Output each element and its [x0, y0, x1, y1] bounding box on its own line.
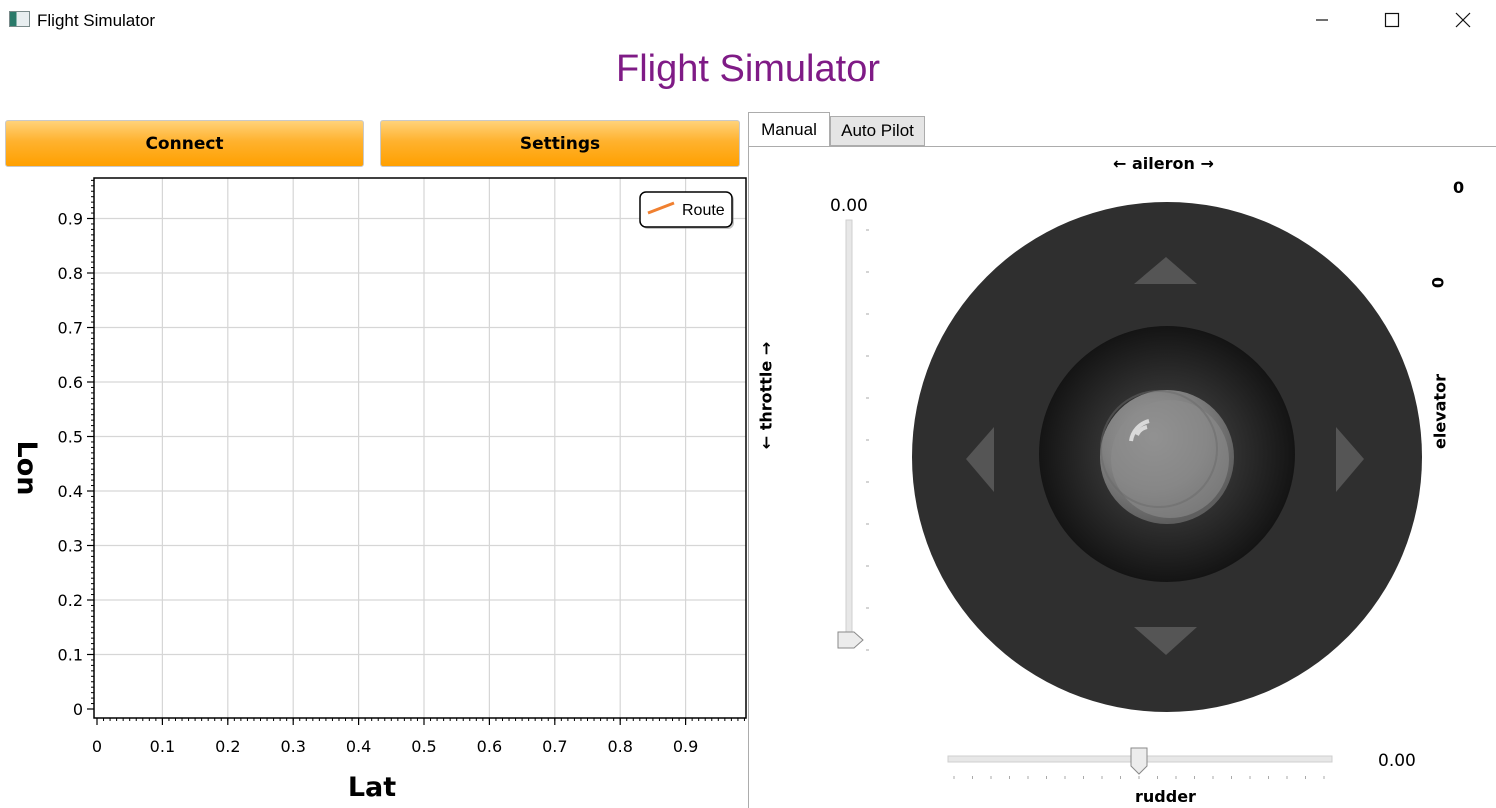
tab-manual[interactable]: Manual — [748, 112, 830, 147]
maximize-button[interactable] — [1357, 0, 1427, 40]
y-tick-label: 0 — [73, 700, 83, 719]
x-tick-label: 0.3 — [280, 737, 305, 756]
y-tick-label: 0.3 — [58, 537, 83, 556]
x-tick-label: 0.7 — [542, 737, 567, 756]
settings-button[interactable]: Settings — [380, 120, 740, 167]
y-tick-label: 0.4 — [58, 482, 83, 501]
page-title: Flight Simulator — [616, 48, 880, 90]
x-tick-label: 0.2 — [215, 737, 240, 756]
y-tick-label: 0.5 — [58, 428, 83, 447]
panel-divider — [748, 146, 749, 808]
x-tick-label: 0.6 — [477, 737, 502, 756]
chart-legend: Route — [639, 191, 734, 229]
close-icon — [1455, 12, 1471, 28]
throttle-thumb — [837, 631, 864, 649]
x-tick-label: 0.5 — [411, 737, 436, 756]
x-tick-label: 0.1 — [150, 737, 175, 756]
close-button[interactable] — [1428, 0, 1496, 40]
plot-area — [94, 178, 746, 718]
throttle-track — [845, 219, 853, 641]
x-tick-label: 0.4 — [346, 737, 371, 756]
elevator-label: elevator — [1430, 374, 1450, 449]
aileron-value: 0 — [1453, 178, 1465, 197]
y-tick-label: 0.9 — [58, 210, 83, 229]
joystick[interactable] — [905, 195, 1429, 719]
route-chart[interactable]: 0 0.1 0.2 0.3 0.4 0.5 0.6 0.7 0.8 0.9 0 0.1 0.2 0.3 0.… — [0, 170, 748, 808]
rudder-thumb — [1130, 747, 1148, 775]
app-icon — [9, 11, 30, 27]
window-title: Flight Simulator — [37, 11, 156, 30]
minimize-icon — [1316, 19, 1328, 21]
throttle-slider[interactable] — [820, 210, 880, 660]
x-axis-title: Lat — [348, 772, 396, 803]
y-tick-label: 0.8 — [58, 264, 83, 283]
aileron-label: ← aileron → — [1113, 154, 1214, 173]
elevator-value: 0 — [1428, 276, 1448, 289]
x-tick-label: 0.9 — [673, 737, 698, 756]
legend-label: Route — [682, 202, 725, 219]
x-tick-label: 0.8 — [607, 737, 632, 756]
y-tick-label: 0.2 — [58, 591, 83, 610]
title-bar: Flight Simulator — [0, 0, 1496, 40]
joystick-knob[interactable] — [1100, 390, 1234, 524]
tab-divider — [748, 146, 1496, 147]
rudder-value: 0.00 — [1378, 751, 1416, 771]
rudder-slider[interactable] — [940, 740, 1340, 790]
y-tick-label: 0.7 — [58, 319, 83, 338]
y-tick-label: 0.6 — [58, 373, 83, 392]
throttle-label: ← throttle → — [756, 341, 776, 450]
y-tick-label: 0.1 — [58, 646, 83, 665]
x-tick-label: 0 — [92, 737, 102, 756]
y-axis-title: Lon — [11, 441, 42, 496]
tab-autopilot[interactable]: Auto Pilot — [830, 116, 925, 146]
maximize-icon — [1384, 12, 1400, 28]
connect-button[interactable]: Connect — [5, 120, 364, 167]
minimize-button[interactable] — [1287, 0, 1357, 40]
